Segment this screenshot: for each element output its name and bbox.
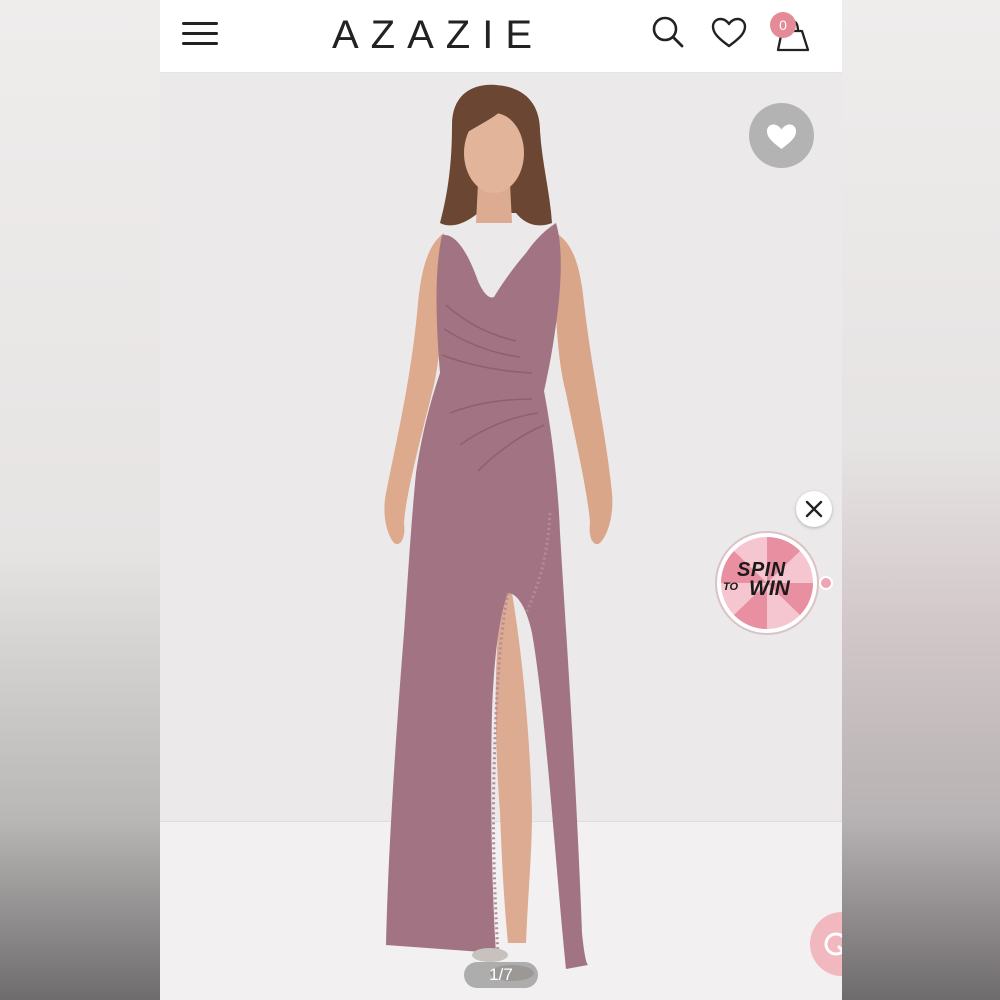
- background-blur-left: [0, 0, 160, 1000]
- search-icon[interactable]: [649, 14, 687, 52]
- brand-logo[interactable]: AZAZIE: [308, 13, 568, 58]
- close-promo-button[interactable]: [796, 491, 832, 527]
- image-counter: 1/7: [464, 962, 538, 988]
- mobile-screen: AZAZIE 0 SPIN TO WIN 1/7: [160, 0, 842, 1000]
- shopping-bag-icon[interactable]: 0: [770, 12, 814, 56]
- menu-icon[interactable]: [182, 20, 218, 48]
- top-navigation-bar: AZAZIE 0: [160, 0, 842, 73]
- heart-filled-icon: [767, 124, 796, 149]
- product-image-area[interactable]: SPIN TO WIN 1/7: [160, 73, 842, 1000]
- to-label: TO: [723, 581, 739, 593]
- heart-icon[interactable]: [710, 14, 748, 52]
- background-blur-right: [842, 0, 1000, 1000]
- chat-help-button[interactable]: [810, 912, 842, 976]
- spin-to-win-widget[interactable]: SPIN TO WIN: [715, 531, 835, 639]
- win-label: WIN: [749, 577, 790, 600]
- add-to-wishlist-button[interactable]: [749, 103, 814, 168]
- close-icon: [805, 500, 823, 518]
- chat-icon: [824, 932, 842, 956]
- cart-count-badge: 0: [770, 12, 796, 38]
